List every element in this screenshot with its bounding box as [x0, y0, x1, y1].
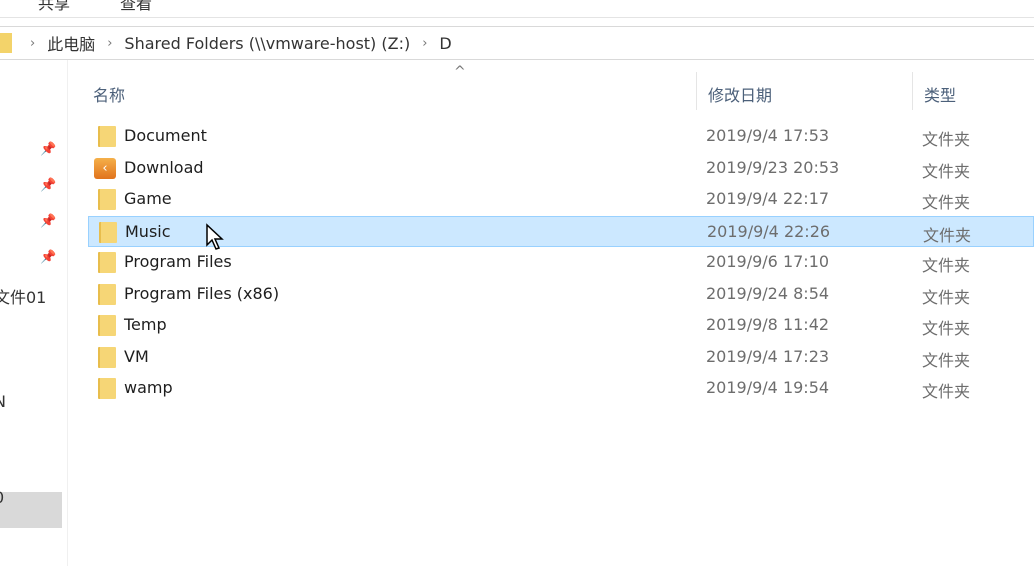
folder-icon — [98, 378, 116, 399]
chevron-right-icon[interactable]: › — [107, 36, 112, 51]
file-type: 文件夹 — [922, 161, 971, 181]
column-date[interactable]: 修改日期 — [708, 82, 772, 106]
file-type: 文件夹 — [922, 319, 971, 338]
file-row[interactable]: Temp 2019/9/8 11:42 文件夹 — [88, 310, 1034, 341]
ribbon-tab-share[interactable]: 共享 — [38, 0, 70, 14]
chevron-right-icon[interactable]: › — [422, 36, 427, 51]
pin-icon[interactable]: 📌 — [40, 142, 56, 157]
folder-icon — [98, 126, 116, 147]
chevron-right-icon[interactable]: › — [30, 36, 35, 51]
folder-icon — [98, 346, 116, 368]
nav-item-partial[interactable]: 0 — [0, 488, 4, 507]
breadcrumb-shared-folders[interactable]: Shared Folders (\\vmware-host) (Z:) — [124, 34, 410, 53]
file-type: 文件夹 — [922, 193, 971, 212]
nav-item-partial[interactable]: N — [0, 392, 6, 411]
ribbon-tab-view[interactable]: 查看 — [120, 0, 152, 14]
nav-item[interactable]: 文件01 — [0, 284, 46, 308]
file-date: 2019/9/4 19:54 — [706, 378, 830, 397]
navigation-pane: 📌 📌 📌 📌 文件01 N 0 — [0, 60, 68, 566]
file-row[interactable]: wamp 2019/9/4 19:54 文件夹 — [88, 373, 1034, 404]
file-date: 2019/9/23 20:53 — [706, 157, 840, 177]
folder-icon — [98, 189, 116, 210]
folder-icon — [98, 315, 116, 336]
file-name: Download — [124, 157, 204, 177]
file-name: VM — [124, 346, 149, 366]
pin-icon[interactable]: 📌 — [40, 178, 56, 193]
file-date: 2019/9/4 22:17 — [706, 189, 830, 208]
file-row[interactable]: Program Files 2019/9/6 17:10 文件夹 — [88, 247, 1034, 278]
file-type: 文件夹 — [923, 225, 972, 245]
file-row[interactable]: Music 2019/9/4 22:26 文件夹 — [88, 215, 1034, 247]
file-name: Game — [124, 189, 172, 208]
column-divider[interactable] — [696, 72, 697, 110]
file-name: Temp — [124, 315, 167, 334]
file-type: 文件夹 — [922, 350, 971, 370]
file-row[interactable]: Document 2019/9/4 17:53 文件夹 — [88, 121, 1034, 152]
sort-up-icon: ^ — [454, 64, 466, 80]
breadcrumb-d[interactable]: D — [439, 34, 451, 53]
file-name: Document — [124, 126, 207, 145]
file-date: 2019/9/6 17:10 — [706, 252, 830, 271]
file-date: 2019/9/4 22:26 — [707, 221, 831, 241]
pin-icon[interactable]: 📌 — [40, 214, 56, 229]
column-name[interactable]: 名称 — [93, 82, 125, 106]
file-name: Music — [125, 221, 171, 241]
download-folder-icon: ‹ — [94, 157, 116, 179]
file-name: Program Files — [124, 252, 232, 271]
folder-icon — [99, 221, 117, 243]
file-type: 文件夹 — [922, 256, 971, 275]
folder-icon — [98, 283, 116, 305]
file-type: 文件夹 — [922, 382, 971, 401]
file-name: wamp — [124, 378, 173, 397]
column-divider[interactable] — [912, 72, 913, 110]
file-type: 文件夹 — [922, 130, 971, 149]
mouse-cursor-icon — [206, 223, 224, 250]
pin-icon[interactable]: 📌 — [40, 250, 56, 265]
column-headers: ^ 名称 修改日期 类型 — [68, 60, 1034, 122]
file-row[interactable]: Game 2019/9/4 22:17 文件夹 — [88, 184, 1034, 215]
column-type[interactable]: 类型 — [924, 82, 956, 106]
file-row[interactable]: VM 2019/9/4 17:23 文件夹 — [88, 342, 1034, 373]
file-row[interactable]: ‹ Download 2019/9/23 20:53 文件夹 — [88, 153, 1034, 184]
folder-icon — [98, 252, 116, 273]
file-type: 文件夹 — [922, 287, 971, 307]
file-date: 2019/9/24 8:54 — [706, 283, 830, 303]
file-date: 2019/9/4 17:23 — [706, 346, 830, 366]
breadcrumb-this-pc[interactable]: 此电脑 — [47, 31, 95, 55]
file-name: Program Files (x86) — [124, 283, 280, 303]
file-date: 2019/9/4 17:53 — [706, 126, 830, 145]
ribbon: 共享 查看 — [0, 0, 1034, 18]
file-row[interactable]: Program Files (x86) 2019/9/24 8:54 文件夹 — [88, 279, 1034, 310]
nav-item-selected[interactable] — [0, 492, 62, 528]
address-bar[interactable]: › 此电脑 › Shared Folders (\\vmware-host) (… — [0, 26, 1034, 60]
folder-icon — [0, 33, 12, 53]
file-date: 2019/9/8 11:42 — [706, 315, 830, 334]
